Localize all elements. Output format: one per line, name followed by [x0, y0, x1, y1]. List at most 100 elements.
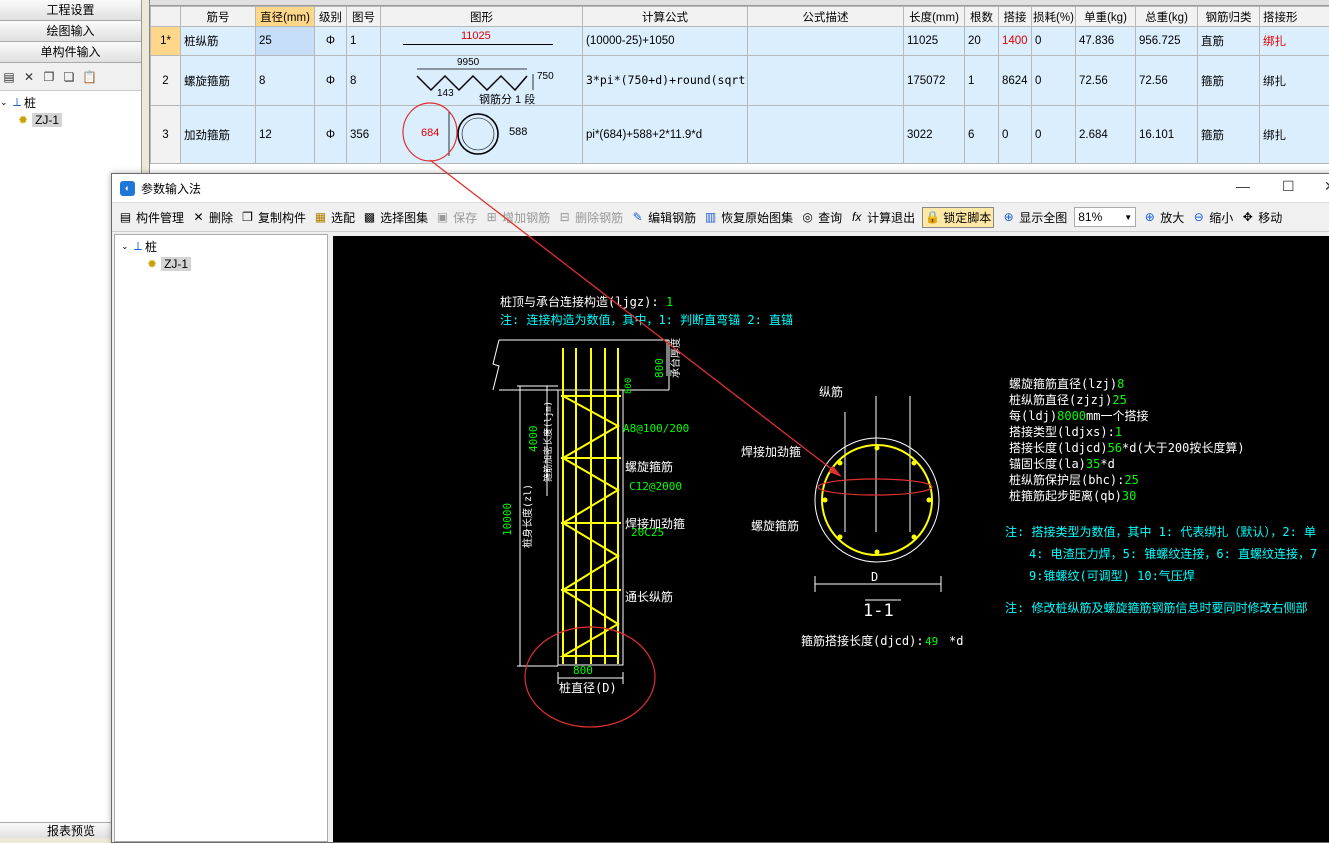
col-header-loss[interactable]: 损耗(%)	[1032, 7, 1076, 27]
select-atlas-button[interactable]: ▩选择图集	[362, 209, 428, 226]
list-icon[interactable]: ▤	[2, 70, 16, 84]
cell-formula[interactable]: pi*(684)+588+2*11.9*d	[583, 106, 748, 164]
param-value[interactable]: 56	[1108, 441, 1122, 455]
col-header-lap-type[interactable]: 搭接形	[1260, 7, 1329, 27]
zoom-in-button[interactable]: ⊕放大	[1142, 209, 1184, 226]
clipboard-icon[interactable]: 📋	[82, 70, 96, 84]
add-bar-button[interactable]: ⊞增加钢筋	[484, 209, 550, 226]
close-icon[interactable]: ✕	[1324, 178, 1329, 195]
cell-length[interactable]: 175072	[904, 56, 965, 106]
cell-shape[interactable]: 11025	[381, 27, 583, 56]
param-value[interactable]: 8	[1117, 377, 1124, 391]
row-number[interactable]: 1*	[151, 27, 181, 56]
cell-count[interactable]: 20	[965, 27, 999, 56]
copy-icon[interactable]: ❐	[42, 70, 56, 84]
zoom-out-button[interactable]: ⊖缩小	[1191, 209, 1233, 226]
table-row[interactable]: 2 螺旋箍筋 8 Φ 8 9950 750 143 钢筋分 1 段 3*pi*(…	[151, 56, 1329, 106]
nav-drawing-input[interactable]: 绘图输入	[0, 21, 141, 42]
cell-category[interactable]: 箍筋	[1198, 56, 1260, 106]
paste-icon[interactable]: ❏	[62, 70, 76, 84]
param-value[interactable]: 25	[1124, 473, 1138, 487]
col-header-shape[interactable]: 图形	[381, 7, 583, 27]
cell-lap-type[interactable]: 绑扎	[1260, 106, 1329, 164]
col-header-lap[interactable]: 搭接	[999, 7, 1032, 27]
cell-loss[interactable]: 0	[1032, 56, 1076, 106]
table-row[interactable]: 1* 桩纵筋 25 Φ 1 11025 (10000-25)+1050 1102…	[151, 27, 1329, 56]
row-number[interactable]: 2	[151, 56, 181, 106]
col-header-formula[interactable]: 计算公式	[583, 7, 748, 27]
col-header-count[interactable]: 根数	[965, 7, 999, 27]
col-header-bar-no[interactable]: 筋号	[181, 7, 256, 27]
cell-diameter[interactable]: 8	[256, 56, 315, 106]
lock-script-button[interactable]: 🔒锁定脚本	[922, 207, 994, 228]
cell-unit-weight[interactable]: 2.684	[1076, 106, 1136, 164]
col-header-desc[interactable]: 公式描述	[748, 7, 904, 27]
cell-formula[interactable]: 3*pi*(750+d)+round(sqrt( sqr(pi*(750+2*d…	[583, 56, 748, 106]
expand-icon[interactable]: ⌄	[0, 97, 10, 108]
cell-category[interactable]: 箍筋	[1198, 106, 1260, 164]
cell-total-weight[interactable]: 956.725	[1136, 27, 1198, 56]
cell-length[interactable]: 11025	[904, 27, 965, 56]
cell-lap-type[interactable]: 绑扎	[1260, 56, 1329, 106]
minimize-icon[interactable]: —	[1236, 178, 1250, 194]
cell-diameter[interactable]: 25	[256, 27, 315, 56]
move-button[interactable]: ✥移动	[1240, 209, 1282, 226]
cell-length[interactable]: 3022	[904, 106, 965, 164]
cell-name[interactable]: 桩纵筋	[181, 27, 256, 56]
cell-shape[interactable]: 684 588	[381, 106, 583, 164]
param-value[interactable]: 1	[1115, 425, 1122, 439]
col-header-diameter[interactable]: 直径(mm)	[256, 7, 315, 27]
copy-component-button[interactable]: ❐复制构件	[240, 209, 306, 226]
cell-lap[interactable]: 0	[999, 106, 1032, 164]
cell-fig[interactable]: 356	[347, 106, 381, 164]
param-value[interactable]: 30	[1122, 489, 1136, 503]
table-row[interactable]: 3 加劲箍筋 12 Φ 356 684 588 pi*(684)+588+2*1…	[151, 106, 1329, 164]
cell-lap[interactable]: 1400	[999, 27, 1032, 56]
component-manage-button[interactable]: ▤构件管理	[118, 209, 184, 226]
cell-diameter[interactable]: 12	[256, 106, 315, 164]
cell-formula[interactable]: (10000-25)+1050	[583, 27, 748, 56]
delete-bar-button[interactable]: ⊟删除钢筋	[557, 209, 623, 226]
cell-fig[interactable]: 8	[347, 56, 381, 106]
param-value[interactable]: 35	[1086, 457, 1100, 471]
tree-node-zj1[interactable]: ✹ ZJ-1	[0, 111, 141, 128]
cell-desc[interactable]	[748, 106, 904, 164]
cell-fig[interactable]: 1	[347, 27, 381, 56]
tree-node-pile[interactable]: ⌄ ⟂ 桩	[0, 94, 141, 111]
param-value[interactable]: 8000	[1057, 409, 1086, 423]
edit-bar-button[interactable]: ✎编辑钢筋	[630, 209, 696, 226]
cell-total-weight[interactable]: 16.101	[1136, 106, 1198, 164]
cad-canvas[interactable]: 桩顶与承台连接构造(ljgz): 螺旋箍筋 焊接加劲箍 通长纵筋 桩直径(D) …	[333, 236, 1329, 842]
tree-node-zj1[interactable]: ✹ ZJ-1	[121, 255, 327, 272]
cell-unit-weight[interactable]: 47.836	[1076, 27, 1136, 56]
show-all-button[interactable]: ⊕显示全图	[1001, 209, 1067, 226]
cell-loss[interactable]: 0	[1032, 27, 1076, 56]
tree-node-pile[interactable]: ⌄ ⟂ 桩	[121, 238, 327, 255]
delete-button[interactable]: ✕删除	[191, 209, 233, 226]
nav-single-input[interactable]: 单构件输入	[0, 42, 141, 63]
col-header-length[interactable]: 长度(mm)	[904, 7, 965, 27]
cell-name[interactable]: 螺旋箍筋	[181, 56, 256, 106]
cell-lap-type[interactable]: 绑扎	[1260, 27, 1329, 56]
cell-desc[interactable]	[748, 27, 904, 56]
cell-total-weight[interactable]: 72.56	[1136, 56, 1198, 106]
zoom-select[interactable]: 81%▼	[1074, 207, 1136, 227]
delete-icon[interactable]: ✕	[22, 70, 36, 84]
maximize-icon[interactable]: ☐	[1282, 178, 1295, 195]
cell-unit-weight[interactable]: 72.56	[1076, 56, 1136, 106]
window-titlebar[interactable]: ◐ 参数输入法 — ☐ ✕	[112, 174, 1329, 202]
col-header-grade[interactable]: 级别	[315, 7, 347, 27]
cell-shape[interactable]: 9950 750 143 钢筋分 1 段	[381, 56, 583, 106]
col-header-fig[interactable]: 图号	[347, 7, 381, 27]
query-button[interactable]: ◎查询	[800, 209, 842, 226]
cell-grade[interactable]: Φ	[315, 56, 347, 106]
cell-grade[interactable]: Φ	[315, 106, 347, 164]
cell-name[interactable]: 加劲箍筋	[181, 106, 256, 164]
expand-icon[interactable]: ⌄	[121, 241, 131, 252]
restore-atlas-button[interactable]: ▥恢复原始图集	[703, 209, 793, 226]
param-value[interactable]: 25	[1112, 393, 1126, 407]
save-button[interactable]: ▣保存	[435, 209, 477, 226]
cell-grade[interactable]: Φ	[315, 27, 347, 56]
col-header-unit-weight[interactable]: 单重(kg)	[1076, 7, 1136, 27]
cell-count[interactable]: 6	[965, 106, 999, 164]
